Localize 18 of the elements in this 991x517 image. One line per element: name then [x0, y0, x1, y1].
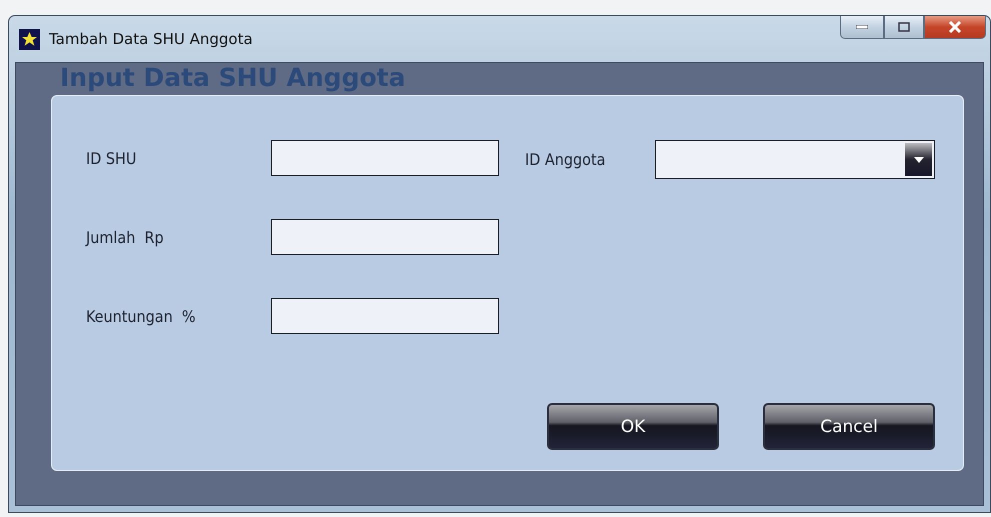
input-field[interactable]: [271, 140, 499, 176]
minimize-button[interactable]: [840, 16, 884, 39]
caret-icon: [914, 156, 924, 162]
dropdown-field[interactable]: [655, 140, 935, 179]
close-button[interactable]: [924, 16, 986, 39]
field-label: ID Anggota: [525, 150, 606, 169]
window-title: Tambah Data SHU Anggota: [49, 30, 253, 48]
maximize-icon: [898, 22, 910, 32]
input-field[interactable]: [271, 298, 499, 334]
minimize-icon: [856, 25, 868, 29]
input-field[interactable]: [271, 219, 499, 255]
field-label: Jumlah Rp: [86, 228, 165, 246]
field-label: Keuntungan %: [86, 306, 197, 326]
dialog-button[interactable]: Cancel: [763, 403, 935, 450]
dialog-button[interactable]: OK: [547, 403, 719, 450]
close-icon: [948, 21, 962, 33]
maximize-button[interactable]: [884, 16, 924, 39]
field-label: ID SHU: [86, 148, 138, 168]
